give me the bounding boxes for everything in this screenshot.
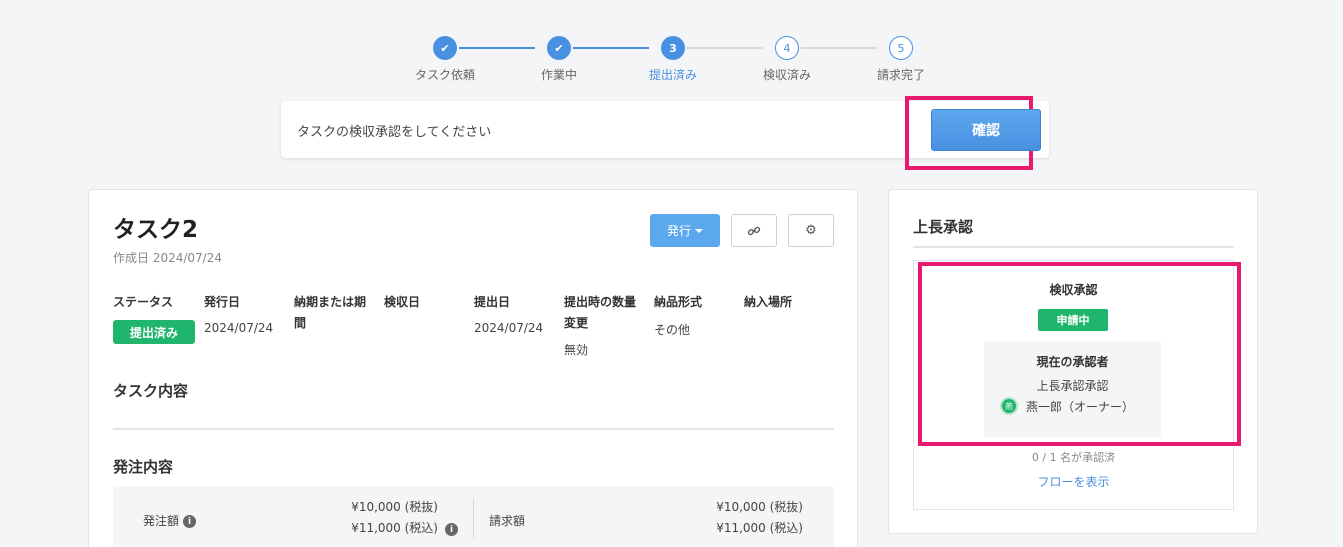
invoice-amount-incl: ¥11,000 (税込): [716, 521, 803, 535]
order-summary: 発注額 i ¥10,000 (税抜) ¥11,000 (税込) i 請求額 ¥10…: [113, 486, 834, 547]
step-3: 3 提出済み: [628, 36, 718, 83]
section-heading: タスク内容: [113, 382, 189, 400]
divider: [113, 428, 834, 430]
divider: [913, 246, 1234, 248]
step-label: 請求完了: [876, 68, 925, 82]
approval-count: 0 / 1 名が承認済: [1031, 451, 1116, 464]
step-label: 提出済み: [648, 68, 697, 82]
link-icon: [747, 226, 761, 235]
info-icon[interactable]: i: [183, 515, 197, 528]
step-1: ✔ タスク依頼: [400, 36, 490, 83]
order-amount-incl: ¥11,000 (税込): [351, 521, 438, 535]
qty-change-value: 無効: [564, 343, 589, 357]
field-label: 納入場所: [744, 295, 793, 309]
confirm-button[interactable]: 確認: [931, 109, 1041, 151]
show-flow-link[interactable]: フローを表示: [914, 473, 1233, 490]
step-2: ✔ 作業中: [514, 36, 604, 83]
status-badge: 提出済み: [113, 320, 195, 344]
order-label-text: 発注額: [143, 514, 180, 528]
step-label: 作業中: [540, 68, 577, 82]
notice-message: タスクの検収承認をしてください: [297, 125, 492, 140]
approval-title: 上長承認: [913, 218, 974, 236]
divider: [473, 499, 474, 539]
gear-icon: ⚙: [805, 223, 817, 238]
field-label: 納期または期間: [294, 295, 367, 330]
submit-date: 2024/07/24: [474, 321, 544, 335]
progress-stepper: ✔ タスク依頼 ✔ 作業中 3 提出済み 4 検収済み 5 請求完了: [400, 36, 940, 86]
caret-down-icon: [695, 228, 703, 233]
order-amount-label: 発注額 i: [143, 512, 197, 529]
order-amount-values: ¥10,000 (税抜) ¥11,000 (税込): [313, 497, 438, 539]
field-label: 提出日: [474, 295, 511, 309]
format-value: その他: [654, 323, 691, 337]
order-amount-excl: ¥10,000 (税抜): [351, 500, 438, 514]
step-number: 3: [661, 36, 685, 60]
check-icon: ✔: [433, 36, 457, 60]
step-5: 5 請求完了: [856, 36, 946, 83]
step-4: 4 検収済み: [742, 36, 832, 83]
issue-label: 発行: [666, 224, 691, 238]
field-label: 発行日: [204, 295, 241, 309]
link-button[interactable]: [731, 214, 777, 247]
invoice-amount-values: ¥10,000 (税抜) ¥11,000 (税込): [673, 497, 803, 539]
section-heading: 発注内容: [113, 458, 174, 476]
page-title: タスク2: [113, 217, 199, 243]
field-label: 納品形式: [654, 295, 703, 309]
issue-dropdown-button[interactable]: 発行: [650, 214, 720, 247]
step-label: 検収済み: [762, 68, 811, 82]
issued-date: 2024/07/24: [204, 321, 274, 335]
invoice-amount-excl: ¥10,000 (税抜): [716, 500, 803, 514]
field-label: 提出時の数量変更: [564, 295, 637, 330]
field-label: 検収日: [384, 295, 421, 309]
step-label: タスク依頼: [414, 68, 475, 82]
step-number: 4: [775, 36, 799, 60]
created-date: 作成日 2024/07/24: [113, 251, 222, 265]
invoice-amount-label: 請求額: [489, 514, 526, 528]
step-number: 5: [889, 36, 913, 60]
check-icon: ✔: [547, 36, 571, 60]
field-label: ステータス: [113, 295, 174, 309]
highlight-frame: [918, 262, 1241, 446]
settings-button[interactable]: ⚙: [788, 214, 834, 247]
task-detail-card: タスク2 作成日 2024/07/24 発行 ⚙ ステータス 提出済み 発行日 …: [88, 189, 858, 547]
info-icon[interactable]: i: [445, 523, 458, 536]
